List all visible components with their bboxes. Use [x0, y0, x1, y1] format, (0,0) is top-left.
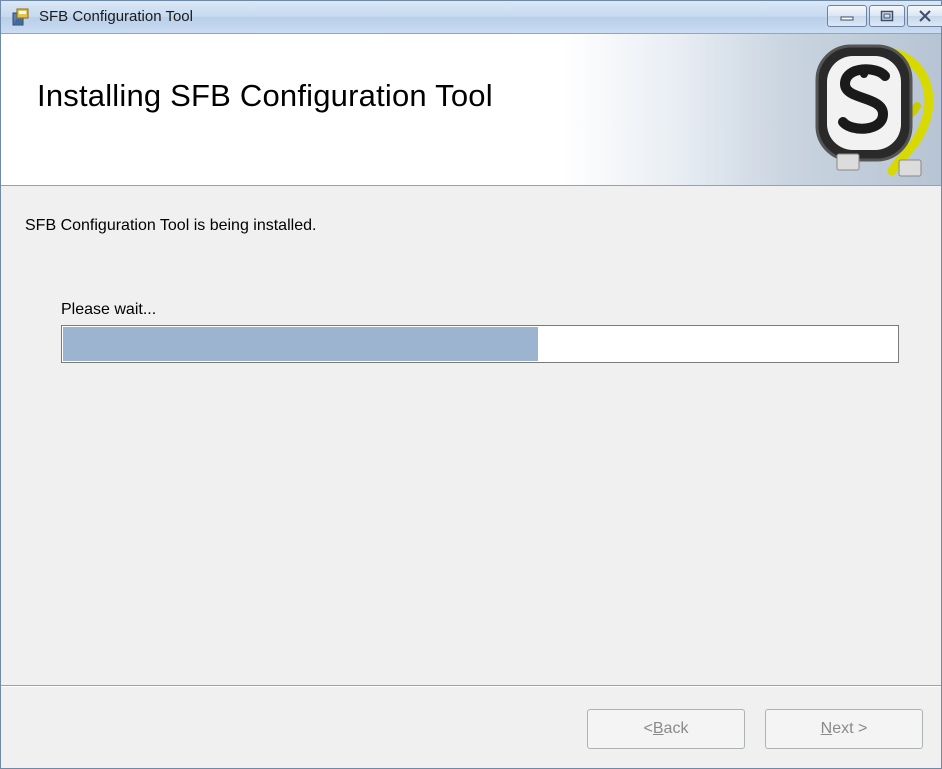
installer-window: SFB Configuration Tool Installing SFB Co… — [0, 0, 942, 769]
status-text: SFB Configuration Tool is being installe… — [25, 217, 317, 234]
back-button[interactable]: < Back — [587, 709, 745, 749]
next-button[interactable]: Next > — [765, 709, 923, 749]
page-title: Installing SFB Configuration Tool — [37, 78, 493, 113]
footer-divider — [1, 685, 941, 687]
header-banner: Installing SFB Configuration Tool — [1, 34, 941, 186]
next-button-mnemonic: N — [820, 720, 833, 737]
back-button-prefix: < — [643, 720, 653, 737]
close-button[interactable] — [907, 5, 942, 27]
back-button-mnemonic: B — [652, 720, 664, 737]
title-bar[interactable]: SFB Configuration Tool — [1, 1, 942, 34]
progress-fill — [63, 327, 539, 361]
installer-icon — [11, 7, 31, 27]
minimize-icon — [840, 16, 854, 21]
install-progress-bar — [61, 325, 899, 363]
maximize-icon — [880, 10, 894, 22]
sfb-logo — [807, 36, 939, 184]
wait-label: Please wait... — [61, 301, 157, 318]
maximize-button[interactable] — [869, 5, 905, 27]
window-title: SFB Configuration Tool — [39, 8, 193, 25]
minimize-button[interactable] — [827, 5, 867, 27]
close-icon — [919, 10, 931, 22]
back-button-label: ack — [663, 720, 689, 737]
next-button-label: ext > — [832, 720, 868, 737]
